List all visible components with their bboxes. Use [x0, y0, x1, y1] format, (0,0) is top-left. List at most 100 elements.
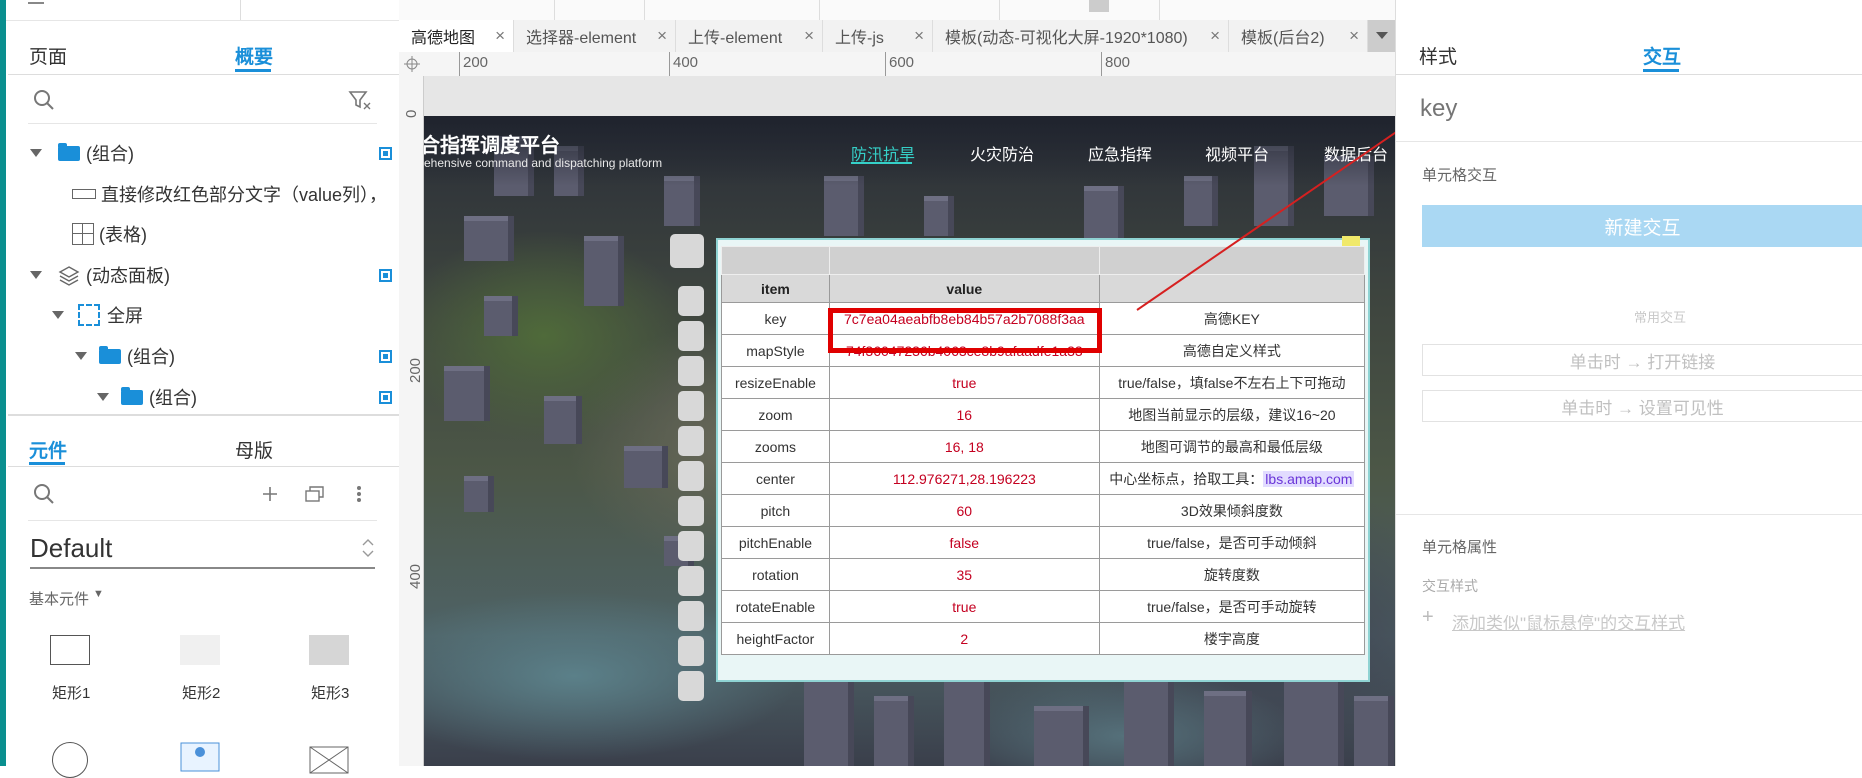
row-handle[interactable] [678, 321, 704, 351]
library-select[interactable]: Default [30, 533, 112, 564]
new-interaction-button[interactable]: 新建交互 [1422, 205, 1862, 247]
widget-name-field[interactable] [1418, 88, 1842, 130]
visibility-icon[interactable] [379, 147, 392, 160]
cell-item[interactable]: zooms [721, 430, 830, 463]
tab-template-dashboard[interactable]: 模板(动态-可视化大屏-1920*1080) × [933, 20, 1229, 52]
outline-item-group-1[interactable]: (组合) [0, 134, 392, 172]
design-canvas[interactable]: 合指挥调度平台 rehensive command and dispatchin… [424, 76, 1395, 766]
cell-value[interactable]: false [828, 526, 1100, 559]
cell-value[interactable]: 112.976271,28.196223 [828, 462, 1100, 495]
tab-widgets[interactable]: 元件 [29, 436, 67, 463]
caret-down-icon[interactable]: ▼ [93, 588, 104, 600]
tab-upload-js[interactable]: 上传-js × [823, 20, 933, 52]
cell-value[interactable]: true [828, 590, 1100, 623]
cell-value[interactable]: 35 [828, 558, 1100, 591]
row-handle[interactable] [678, 461, 704, 491]
on-click-open-link-button[interactable]: 单击时 → 打开链接 [1422, 344, 1862, 376]
widget-rect1[interactable] [50, 635, 90, 665]
outline-item-text[interactable]: 直接修改红色部分文字（value列）， [0, 175, 392, 213]
chevron-down-icon[interactable] [97, 393, 109, 401]
select-arrows-icon[interactable] [362, 537, 374, 559]
row-handle[interactable] [678, 531, 704, 561]
more-icon[interactable] [356, 485, 362, 503]
row-handle[interactable] [678, 426, 704, 456]
cell-desc[interactable]: 高德自定义样式 [1098, 334, 1366, 367]
row-handle[interactable] [678, 286, 704, 316]
cell-desc[interactable]: 旋转度数 [1098, 558, 1366, 591]
nav-data[interactable]: 数据后台 [1324, 141, 1388, 165]
cell-item[interactable]: rotateEnable [721, 590, 830, 623]
nav-video[interactable]: 视频平台 [1205, 141, 1269, 165]
tab-style[interactable]: 样式 [1419, 42, 1457, 69]
crosshair-icon[interactable] [404, 56, 420, 72]
amap-link[interactable]: lbs.amap.com [1263, 470, 1355, 487]
outline-item-group-3[interactable]: (组合) [0, 378, 392, 416]
close-icon[interactable]: × [495, 26, 505, 46]
row-handle[interactable] [678, 496, 704, 526]
cell-desc[interactable]: 楼宇高度 [1098, 622, 1366, 655]
row-handle[interactable] [678, 566, 704, 596]
cell-desc[interactable]: 地图可调节的最高和最低层级 [1098, 430, 1366, 463]
chevron-down-icon[interactable] [30, 271, 42, 279]
widget-rect2[interactable] [180, 635, 220, 665]
cell-desc[interactable]: 3D效果倾斜度数 [1098, 494, 1366, 527]
row-handle[interactable] [678, 391, 704, 421]
tab-template-admin[interactable]: 模板(后台2) × [1229, 20, 1368, 52]
search-icon[interactable] [33, 89, 55, 111]
copy-icon[interactable] [305, 486, 325, 502]
menu-icon[interactable] [28, 2, 44, 4]
visibility-icon[interactable] [379, 350, 392, 363]
header-item[interactable]: item [721, 274, 830, 303]
cell-desc[interactable]: 高德KEY [1098, 302, 1366, 335]
row-handle[interactable] [678, 671, 704, 701]
tab-gaode-map[interactable]: 高德地图 × [399, 20, 514, 52]
cell-value[interactable]: 16 [828, 398, 1100, 431]
tab-outline[interactable]: 概要 [235, 42, 273, 69]
chevron-down-icon[interactable] [30, 149, 42, 157]
image-icon[interactable] [180, 742, 220, 772]
cell-value[interactable]: 2 [828, 622, 1100, 655]
outline-item-table[interactable]: (表格) [0, 215, 392, 253]
close-icon[interactable]: × [1349, 26, 1359, 46]
cell-item[interactable]: pitchEnable [721, 526, 830, 559]
filter-icon[interactable] [348, 91, 371, 110]
outline-item-dynamic-panel[interactable]: (动态面板) [0, 256, 392, 294]
cell-desc[interactable]: true/false，是否可手动倾斜 [1098, 526, 1366, 559]
cell-item[interactable]: zoom [721, 398, 830, 431]
chevron-down-icon[interactable] [52, 311, 64, 319]
row-handle[interactable] [678, 356, 704, 386]
cell-desc[interactable]: 中心坐标点，拾取工具： lbs.amap.com [1098, 462, 1366, 495]
panel-handle[interactable] [670, 234, 704, 268]
outline-item-state-fullscreen[interactable]: 全屏 [0, 296, 392, 334]
cell-desc[interactable]: true/false，是否可手动旋转 [1098, 590, 1366, 623]
close-icon[interactable]: × [914, 26, 924, 46]
tab-pages[interactable]: 页面 [29, 42, 67, 69]
tab-overflow-button[interactable] [1368, 20, 1395, 52]
add-icon[interactable]: + [1422, 606, 1434, 629]
nav-emergency[interactable]: 应急指挥 [1088, 141, 1152, 165]
cell-item[interactable]: heightFactor [721, 622, 830, 655]
cell-desc[interactable]: true/false，填false不左右上下可拖动 [1098, 366, 1366, 399]
row-handle[interactable] [678, 601, 704, 631]
close-icon[interactable]: × [657, 26, 667, 46]
cell-item[interactable]: rotation [721, 558, 830, 591]
nav-fire[interactable]: 火灾防治 [970, 141, 1034, 165]
cell-value[interactable]: true [828, 366, 1100, 399]
cell-item[interactable]: mapStyle [721, 334, 830, 367]
cell-item[interactable]: key [721, 302, 830, 335]
cell-value[interactable]: 16, 18 [828, 430, 1100, 463]
tab-upload-element[interactable]: 上传-element × [676, 20, 823, 52]
cell-item[interactable]: center [721, 462, 830, 495]
cell-value[interactable]: 60 [828, 494, 1100, 527]
config-table-widget[interactable]: item value key 7c7ea04aeabfb8eb84b57a2b7… [716, 236, 1370, 682]
category-label[interactable]: 基本元件 [29, 588, 89, 609]
visibility-icon[interactable] [379, 391, 392, 404]
row-handle[interactable] [678, 636, 704, 666]
widget-rect3[interactable] [309, 635, 349, 665]
header-value[interactable]: value [828, 274, 1100, 303]
on-click-set-visibility-button[interactable]: 单击时 → 设置可见性 [1422, 390, 1862, 422]
cell-item[interactable]: pitch [721, 494, 830, 527]
header-desc[interactable] [1098, 274, 1366, 303]
tab-interactions[interactable]: 交互 [1643, 42, 1681, 69]
visibility-icon[interactable] [379, 269, 392, 282]
